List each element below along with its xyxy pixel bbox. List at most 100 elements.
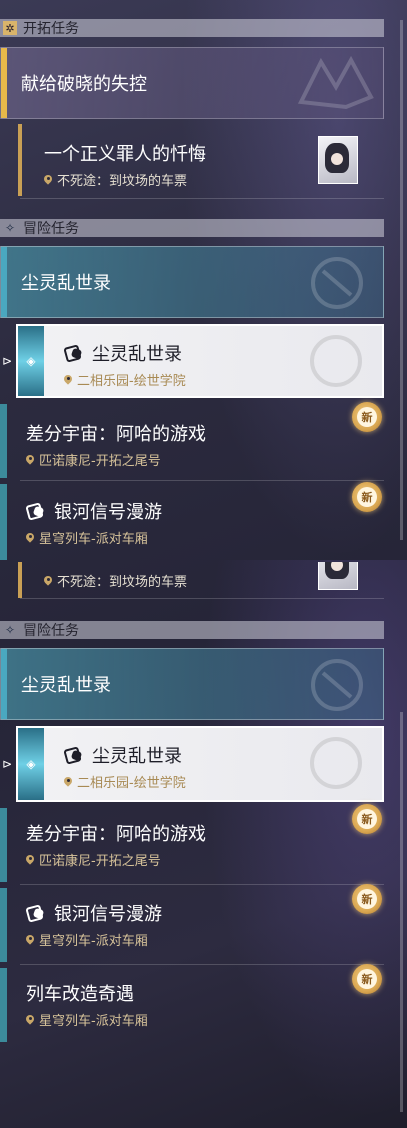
quest-location: 不死途：到坟场的车票 — [44, 571, 187, 590]
location-text: 不死途：到坟场的车票 — [57, 174, 188, 189]
new-badge: 新 — [352, 884, 382, 914]
emblem-decoration — [311, 257, 363, 309]
location-text: 匹诺康尼-开拓之尾号 — [39, 454, 161, 469]
new-badge: 新 — [352, 402, 382, 432]
location-pin-icon — [44, 576, 52, 586]
quest-type-bar — [0, 808, 7, 882]
location-text: 星穹列车-派对车厢 — [39, 934, 148, 949]
location-pin-icon — [26, 935, 34, 945]
diamond-icon: ◈ — [18, 326, 44, 396]
quest-type-bar — [18, 124, 22, 196]
trailblaze-icon: ✲ — [3, 21, 17, 35]
quest-type-bar — [1, 649, 7, 719]
dice-icon — [64, 344, 84, 362]
divider — [20, 964, 384, 965]
character-portrait — [318, 136, 358, 184]
selected-arrow-icon: ⊳ — [1, 354, 13, 368]
quest-location: 星穹列车-派对车厢 — [26, 930, 148, 949]
quest-list-bottom: 不死途：到坟场的车票 ✧ 冒险任务 尘灵乱世录 ⊳ ◈ 尘灵乱世录 二相乐园-绘… — [0, 562, 407, 1128]
new-badge: 新 — [352, 482, 382, 512]
section-title: 冒险任务 — [23, 623, 79, 639]
quest-title: 差分宇宙：阿哈的游戏 — [26, 820, 206, 846]
quest-title-text: 一个正义罪人的忏悔 — [44, 144, 206, 165]
quest-list-top: ✲ 开拓任务 献给破晓的失控 一个正义罪人的忏悔 不死途：到坟场的车票 ✧ 冒险… — [0, 0, 407, 560]
quest-trailblaze-sub-partial[interactable]: 不死途：到坟场的车票 — [0, 562, 384, 598]
scrollbar[interactable] — [400, 712, 403, 1112]
section-header-trailblaze: ✲ 开拓任务 — [0, 19, 384, 37]
location-text: 二相乐园-绘世学院 — [77, 374, 186, 389]
quest-dust-chaos-selected[interactable]: ◈ 尘灵乱世录 二相乐园-绘世学院 — [16, 726, 384, 802]
quest-location: 二相乐园-绘世学院 — [64, 370, 186, 389]
location-pin-icon — [26, 1015, 34, 1025]
quest-title-text: 尘灵乱世录 — [92, 344, 182, 365]
quest-trailblaze-main[interactable]: 献给破晓的失控 — [0, 47, 384, 119]
quest-title: 列车改造奇遇 — [26, 980, 134, 1006]
quest-type-bar — [1, 48, 7, 118]
divider — [20, 598, 384, 599]
quest-location: 星穹列车-派对车厢 — [26, 1010, 148, 1029]
emblem-decoration — [310, 335, 362, 387]
quest-location: 匹诺康尼-开拓之尾号 — [26, 850, 161, 869]
emblem-decoration — [311, 659, 363, 711]
quest-title: 银河信号漫游 — [26, 498, 162, 524]
quest-title-text: 列车改造奇遇 — [26, 984, 134, 1005]
quest-type-bar — [0, 404, 7, 478]
adventure-icon: ✧ — [4, 221, 16, 235]
dice-icon — [26, 502, 46, 520]
character-portrait — [318, 562, 358, 590]
location-text: 二相乐园-绘世学院 — [77, 776, 186, 791]
quest-title-text: 银河信号漫游 — [54, 502, 162, 523]
location-pin-icon — [26, 455, 34, 465]
quest-type-bar — [18, 562, 22, 598]
dice-icon — [64, 746, 84, 764]
quest-title-text: 银河信号漫游 — [54, 904, 162, 925]
quest-location: 匹诺康尼-开拓之尾号 — [26, 450, 161, 469]
quest-location: 不死途：到坟场的车票 — [44, 170, 187, 189]
quest-type-bar — [1, 247, 7, 317]
divider — [20, 198, 384, 199]
quest-type-bar — [0, 968, 7, 1042]
section-header-adventure: ✧ 冒险任务 — [0, 621, 384, 639]
location-text: 匹诺康尼-开拓之尾号 — [39, 854, 161, 869]
quest-title: 一个正义罪人的忏悔 — [44, 140, 206, 166]
new-badge: 新 — [352, 964, 382, 994]
location-pin-icon — [44, 175, 52, 185]
location-pin-icon — [26, 533, 34, 543]
section-title: 开拓任务 — [23, 21, 79, 37]
location-text: 不死途：到坟场的车票 — [57, 575, 188, 590]
location-text: 星穹列车-派对车厢 — [39, 1014, 148, 1029]
quest-title: 尘灵乱世录 — [64, 742, 182, 768]
quest-title: 银河信号漫游 — [26, 900, 162, 926]
quest-title-text: 差分宇宙：阿哈的游戏 — [26, 424, 206, 445]
quest-trailblaze-sub[interactable]: 一个正义罪人的忏悔 不死途：到坟场的车票 — [0, 124, 384, 196]
new-badge: 新 — [352, 804, 382, 834]
quest-title: 献给破晓的失控 — [21, 74, 147, 95]
quest-galaxy-signal[interactable]: 银河信号漫游 星穹列车-派对车厢 新 — [0, 482, 384, 560]
quest-differential[interactable]: 差分宇宙：阿哈的游戏 匹诺康尼-开拓之尾号 新 — [0, 402, 384, 478]
quest-train-mod[interactable]: 列车改造奇遇 星穹列车-派对车厢 新 — [0, 964, 384, 1042]
diamond-icon: ◈ — [18, 728, 44, 800]
location-pin-icon — [64, 777, 72, 787]
divider — [20, 884, 384, 885]
quest-differential[interactable]: 差分宇宙：阿哈的游戏 匹诺康尼-开拓之尾号 新 — [0, 804, 384, 882]
scrollbar[interactable] — [400, 20, 403, 540]
quest-title: 尘灵乱世录 — [64, 340, 182, 366]
quest-title: 尘灵乱世录 — [21, 675, 111, 696]
location-text: 星穹列车-派对车厢 — [39, 532, 148, 547]
quest-type-bar — [0, 484, 7, 560]
quest-title: 差分宇宙：阿哈的游戏 — [26, 420, 206, 446]
quest-type-bar — [0, 888, 7, 962]
quest-title-text: 尘灵乱世录 — [92, 746, 182, 767]
quest-category-adventure[interactable]: 尘灵乱世录 — [0, 246, 384, 318]
quest-category-adventure[interactable]: 尘灵乱世录 — [0, 648, 384, 720]
location-pin-icon — [26, 855, 34, 865]
quest-galaxy-signal[interactable]: 银河信号漫游 星穹列车-派对车厢 新 — [0, 884, 384, 962]
quest-title-text: 差分宇宙：阿哈的游戏 — [26, 824, 206, 845]
quest-location: 星穹列车-派对车厢 — [26, 528, 148, 547]
quest-dust-chaos-selected[interactable]: ◈ 尘灵乱世录 二相乐园-绘世学院 — [16, 324, 384, 398]
location-pin-icon — [64, 375, 72, 385]
quest-location: 二相乐园-绘世学院 — [64, 772, 186, 791]
emblem-decoration — [310, 737, 362, 789]
divider — [20, 480, 384, 481]
section-header-adventure: ✧ 冒险任务 — [0, 219, 384, 237]
